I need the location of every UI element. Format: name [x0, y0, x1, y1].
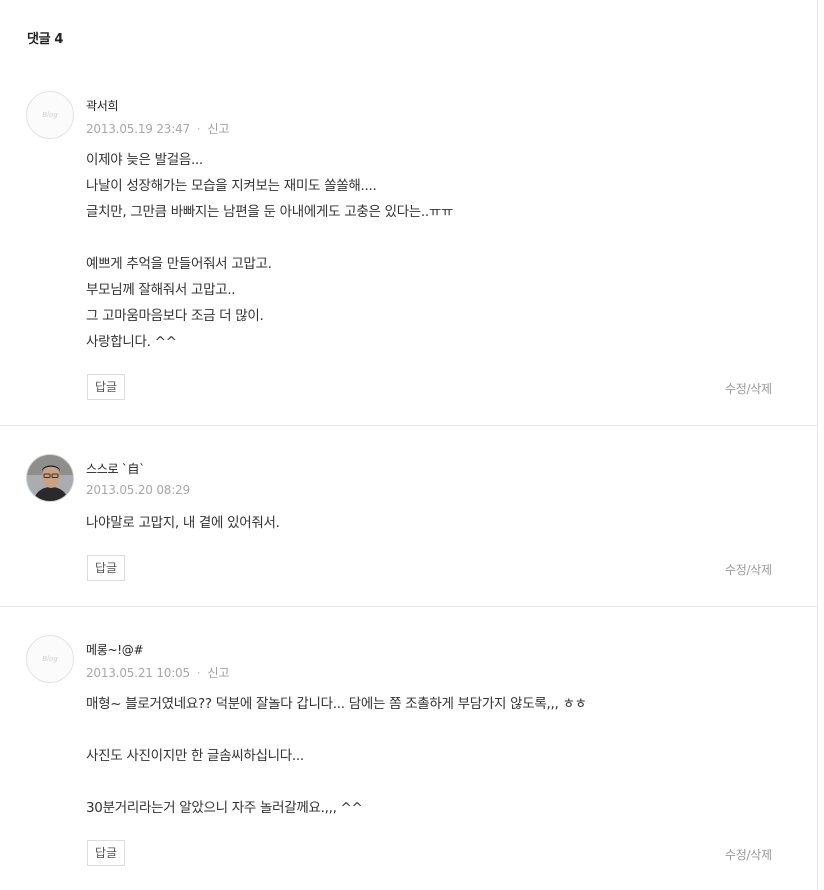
blog-avatar-icon: Blog — [42, 655, 58, 663]
profile-photo-icon — [27, 455, 73, 501]
comment-line: 나야말로 고맙지, 내 곁에 있어줘서. — [86, 515, 280, 531]
comment-body: 이제야 늦은 발걸음... 나날이 성장해가는 모습을 지켜보는 재미도 쏠쏠해… — [86, 147, 786, 355]
edit-delete-link[interactable]: 수정/삭제 — [725, 846, 772, 863]
comment-line: 글치만, 그만큼 바빠지는 남편을 둔 아내에게도 고충은 있다는..ㅠㅠ — [86, 204, 454, 220]
comment-line: 사진도 사진이지만 한 글솜씨하십니다... — [86, 748, 304, 764]
comment-date: 2013.05.19 23:47 — [86, 122, 190, 136]
comment-line: 부모님께 잘해줘서 고맙고.. — [86, 282, 236, 298]
meta-separator: · — [196, 666, 201, 680]
avatar-photo[interactable] — [26, 454, 74, 502]
comment-line: 그 고마움마음보다 조금 더 많이. — [86, 308, 264, 324]
comment-line: 30분거리라는거 알았으니 자주 놀러갈께요.,,, ^^ — [86, 800, 363, 816]
meta-separator: · — [196, 122, 201, 136]
avatar-default[interactable]: Blog — [26, 635, 74, 683]
comment-line: 나날이 성장해가는 모습을 지켜보는 재미도 쏠쏠해.... — [86, 178, 377, 194]
edit-delete-link[interactable]: 수정/삭제 — [725, 380, 772, 397]
comment-author[interactable]: 메롱~!@# — [86, 641, 144, 658]
comment-meta: 2013.05.20 08:29 — [86, 483, 190, 497]
comment-line — [86, 769, 786, 795]
right-border — [817, 0, 818, 890]
avatar-default[interactable]: Blog — [26, 91, 74, 139]
comment-body: 나야말로 고맙지, 내 곁에 있어줘서. — [86, 510, 786, 536]
comment-body: 매형~ 블로거였네요?? 덕분에 잘놀다 갑니다... 담에는 쫌 조촐하게 부… — [86, 691, 786, 821]
comments-header-label: 댓글 — [27, 32, 51, 47]
comment-count: 4 — [54, 32, 64, 47]
report-link[interactable]: 신고 — [208, 666, 230, 680]
comment-meta: 2013.05.21 10:05 · 신고 — [86, 664, 229, 681]
report-link[interactable]: 신고 — [208, 122, 230, 136]
comments-header: 댓글 4 — [27, 28, 63, 47]
reply-button[interactable]: 답글 — [87, 840, 126, 866]
comment-line — [86, 225, 786, 251]
blog-avatar-icon: Blog — [42, 111, 58, 119]
reply-button[interactable]: 답글 — [87, 555, 126, 581]
comment-author[interactable]: 곽서희 — [86, 97, 119, 114]
edit-delete-link[interactable]: 수정/삭제 — [725, 561, 772, 578]
comment-date: 2013.05.21 10:05 — [86, 666, 190, 680]
comment-line — [86, 717, 786, 743]
comment-line: 예쁘게 추억을 만들어줘서 고맙고. — [86, 256, 272, 272]
comment-line: 매형~ 블로거였네요?? 덕분에 잘놀다 갑니다... 담에는 쫌 조촐하게 부… — [86, 696, 587, 712]
reply-button[interactable]: 답글 — [87, 374, 126, 400]
comment-meta: 2013.05.19 23:47 · 신고 — [86, 120, 229, 137]
comment-divider — [0, 425, 817, 426]
comment-date: 2013.05.20 08:29 — [86, 483, 190, 497]
comment-line: 이제야 늦은 발걸음... — [86, 152, 203, 168]
comment-author[interactable]: 스스로 `自` — [86, 460, 145, 477]
comment-line: 사랑합니다. ^^ — [86, 334, 177, 350]
comment-divider — [0, 606, 817, 607]
